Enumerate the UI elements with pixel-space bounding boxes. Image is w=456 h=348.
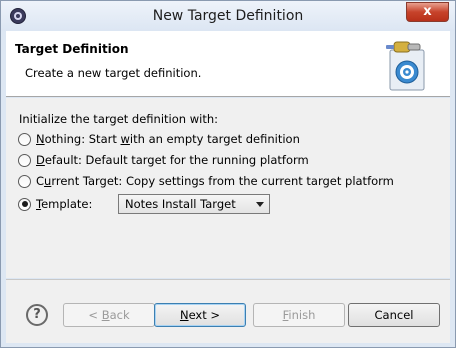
template-select[interactable]: Notes Install Target <box>118 194 270 214</box>
radio-nothing[interactable]: Nothing: Start with an empty target defi… <box>18 131 300 147</box>
radio-button[interactable] <box>18 174 31 188</box>
window-title: New Target Definition <box>152 8 304 24</box>
chevron-down-icon <box>256 202 264 207</box>
radio-label-template: Template: <box>36 197 93 211</box>
radio-button[interactable] <box>18 197 31 211</box>
dialog-window: New Target Definition x Target Definitio… <box>0 0 456 348</box>
radio-label-current-target: Current Target: Copy settings from the c… <box>36 174 394 188</box>
radio-button[interactable] <box>18 153 31 167</box>
radio-label-default: Default: Default target for the running … <box>36 153 309 167</box>
radio-default[interactable]: Default: Default target for the running … <box>18 152 309 168</box>
radio-button[interactable] <box>18 132 31 146</box>
next-button[interactable]: Next > <box>154 303 246 327</box>
banner-title: Target Definition <box>15 42 129 56</box>
template-select-value: Notes Install Target <box>125 197 236 211</box>
banner-description: Create a new target definition. <box>25 66 202 80</box>
init-label: Initialize the target definition with: <box>19 112 218 126</box>
back-button[interactable]: < Back <box>63 303 155 327</box>
radio-current-target[interactable]: Current Target: Copy settings from the c… <box>18 173 394 189</box>
title-bar: New Target Definition x <box>1 1 455 31</box>
radio-template[interactable]: Template: <box>18 196 92 212</box>
wizard-content: Initialize the target definition with: N… <box>6 98 450 278</box>
wizard-banner: Target Definition Create a new target de… <box>6 31 450 97</box>
cancel-button[interactable]: Cancel <box>348 303 440 327</box>
button-bar: ? < Back Next > Finish Cancel <box>6 279 450 343</box>
radio-label-nothing: Nothing: Start with an empty target defi… <box>36 132 300 146</box>
close-button[interactable]: x <box>406 2 449 22</box>
target-definition-icon <box>386 41 425 91</box>
finish-button[interactable]: Finish <box>253 303 345 327</box>
help-icon[interactable]: ? <box>26 304 48 326</box>
